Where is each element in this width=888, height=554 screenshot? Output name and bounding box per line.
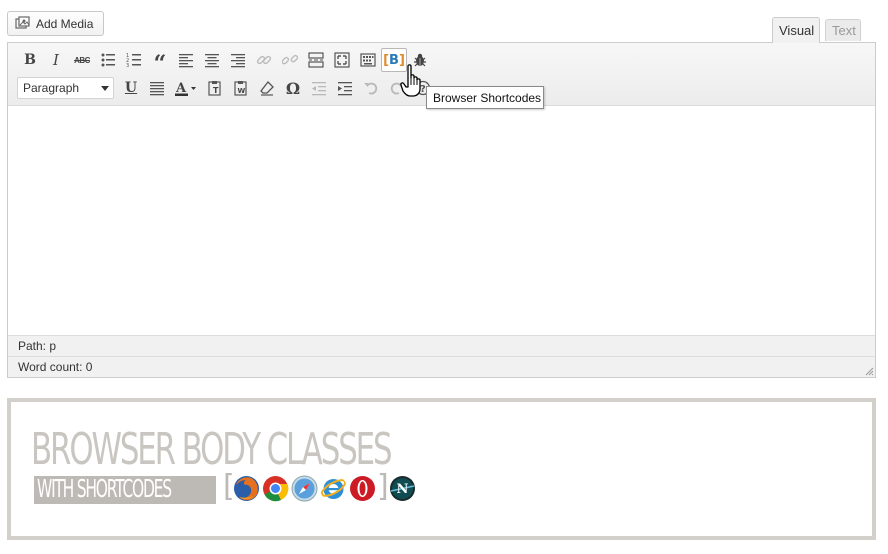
special-character-button[interactable]: Ω xyxy=(280,76,306,100)
internet-explorer-icon xyxy=(320,479,347,499)
status-path: Path: p xyxy=(8,335,875,356)
align-left-button[interactable] xyxy=(173,48,199,72)
bold-button[interactable]: B xyxy=(17,48,43,72)
align-center-button[interactable] xyxy=(199,48,225,72)
media-icon xyxy=(15,16,30,29)
unlink-icon xyxy=(282,54,298,65)
tab-visual[interactable]: Visual xyxy=(772,17,820,43)
insert-link-button[interactable] xyxy=(251,48,277,72)
indent-icon xyxy=(338,82,352,96)
add-media-label: Add Media xyxy=(36,16,94,31)
remove-link-button[interactable] xyxy=(277,48,303,72)
bracket-close-icon: ] xyxy=(377,469,389,504)
add-media-button[interactable]: Add Media xyxy=(7,11,104,36)
svg-text:3: 3 xyxy=(126,63,129,68)
editor-content-area[interactable] xyxy=(8,107,875,335)
justify-button[interactable] xyxy=(144,76,170,100)
clear-formatting-button[interactable] xyxy=(254,76,280,100)
align-right-icon xyxy=(231,54,245,68)
strikethrough-icon: ABC xyxy=(74,55,90,65)
bullet-list-icon xyxy=(101,53,115,67)
numbered-list-button[interactable]: 123 xyxy=(121,48,147,72)
numbered-list-icon: 123 xyxy=(126,53,141,68)
paste-text-icon: T xyxy=(208,81,221,96)
chevron-down-icon xyxy=(101,85,109,91)
underline-icon: U xyxy=(124,80,138,96)
underline-button[interactable]: U xyxy=(118,76,144,100)
paste-word-icon: W xyxy=(234,81,247,96)
banner-subtitle: WITH SHORTCODES xyxy=(37,474,172,503)
opera-icon xyxy=(350,476,375,501)
tooltip: Browser Shortcodes xyxy=(426,86,544,109)
chrome-icon xyxy=(263,476,289,502)
text-color-icon: A xyxy=(175,81,196,96)
align-left-icon xyxy=(179,54,193,68)
toolbar-row-2: Paragraph U A T W Ω ? xyxy=(17,75,436,101)
firefox-icon xyxy=(234,476,259,501)
tab-text[interactable]: Text xyxy=(825,19,861,41)
format-select-value: Paragraph xyxy=(23,81,80,95)
kitchen-sink-icon xyxy=(360,53,376,67)
strikethrough-button[interactable]: ABC xyxy=(69,48,95,72)
toolbar-row-1: B I ABC 123 “ [B] xyxy=(17,47,433,77)
eraser-icon xyxy=(260,81,274,96)
resize-handle-icon[interactable] xyxy=(864,366,874,376)
svg-text:N: N xyxy=(397,482,409,497)
italic-button[interactable]: I xyxy=(43,48,69,72)
align-justify-icon xyxy=(150,82,164,96)
hand-cursor-icon xyxy=(400,64,421,97)
fullscreen-icon xyxy=(334,52,350,68)
banner-title: BROWSER BODY CLASSES xyxy=(31,424,393,475)
undo-button[interactable] xyxy=(358,76,384,100)
word-count: Word count: 0 xyxy=(8,356,875,377)
outdent-icon xyxy=(312,82,326,96)
svg-text:T: T xyxy=(213,86,219,95)
italic-icon: I xyxy=(53,51,59,69)
paste-from-word-button[interactable]: W xyxy=(228,76,254,100)
format-select[interactable]: Paragraph xyxy=(17,77,114,99)
safari-icon xyxy=(291,475,318,502)
blockquote-button[interactable]: “ xyxy=(147,48,173,77)
netscape-icon: N xyxy=(390,476,415,501)
insert-more-button[interactable] xyxy=(303,48,329,72)
omega-icon: Ω xyxy=(285,78,301,98)
bold-icon: B xyxy=(24,52,36,68)
fullscreen-button[interactable] xyxy=(329,48,355,72)
toolbar-toggle-button[interactable] xyxy=(355,48,381,72)
outdent-button[interactable] xyxy=(306,76,332,100)
blockquote-icon: “ xyxy=(153,51,167,77)
text-color-button[interactable]: A xyxy=(170,76,202,100)
more-tag-icon xyxy=(308,52,324,68)
align-right-button[interactable] xyxy=(225,48,251,72)
link-icon xyxy=(256,55,272,65)
paste-as-text-button[interactable]: T xyxy=(202,76,228,100)
align-center-icon xyxy=(205,54,219,68)
indent-button[interactable] xyxy=(332,76,358,100)
undo-icon xyxy=(364,82,378,95)
bullet-list-button[interactable] xyxy=(95,48,121,72)
svg-text:W: W xyxy=(238,87,246,95)
plugin-banner: BROWSER BODY CLASSES WITH SHORTCODES [ ]… xyxy=(7,398,876,540)
